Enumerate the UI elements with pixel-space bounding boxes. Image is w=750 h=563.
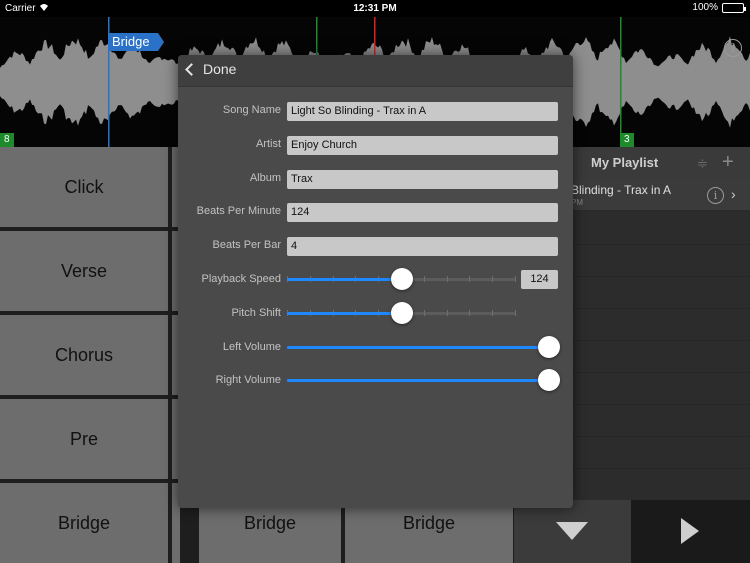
info-icon[interactable]: i bbox=[724, 39, 742, 57]
slider-tick bbox=[469, 310, 470, 316]
right-volume-label: Right Volume bbox=[215, 374, 281, 386]
beats-per-bar-field[interactable] bbox=[287, 237, 558, 256]
slider-thumb[interactable] bbox=[538, 369, 560, 391]
divider bbox=[565, 308, 750, 309]
slider-tick bbox=[424, 310, 425, 316]
song-name-label: Song Name bbox=[222, 104, 281, 116]
divider bbox=[565, 468, 750, 469]
divider bbox=[565, 340, 750, 341]
add-icon[interactable]: + bbox=[722, 151, 734, 174]
info-icon[interactable]: i bbox=[707, 187, 724, 204]
left-volume-slider[interactable] bbox=[287, 334, 560, 360]
divider bbox=[565, 372, 750, 373]
popover-header: Done bbox=[178, 55, 573, 87]
song-settings-popover: Done Song Name Artist Album Beats Per Mi… bbox=[178, 55, 573, 508]
album-label: Album bbox=[249, 172, 281, 184]
section-marker[interactable]: Bridge bbox=[108, 33, 164, 51]
pad-chorus[interactable]: Chorus bbox=[0, 315, 168, 395]
playback-speed-label: Playback Speed bbox=[201, 273, 282, 285]
playlist-item[interactable]: Blinding - Trax in A PM i › bbox=[565, 179, 750, 211]
playback-speed-readout: 124 bbox=[521, 270, 558, 289]
divider bbox=[565, 436, 750, 437]
done-label: Done bbox=[203, 61, 237, 77]
pitch-shift-slider[interactable] bbox=[287, 300, 516, 326]
playback-speed-slider[interactable] bbox=[287, 266, 516, 292]
song-name-field[interactable] bbox=[287, 102, 558, 121]
slider-tick bbox=[515, 276, 516, 282]
status-bar: Carrier 12:31 PM 100% bbox=[0, 0, 750, 17]
slider-tick bbox=[447, 276, 448, 282]
slider-tick bbox=[492, 310, 493, 316]
bpm-field[interactable] bbox=[287, 203, 558, 222]
playlist-item-title: Blinding - Trax in A bbox=[571, 183, 672, 197]
left-volume-label: Left Volume bbox=[222, 341, 281, 353]
chevron-left-icon bbox=[185, 62, 198, 76]
bar-number-badge: 8 bbox=[0, 133, 14, 147]
playlist-header: My Playlist ≑ + bbox=[565, 147, 750, 179]
divider bbox=[565, 244, 750, 245]
divider bbox=[565, 404, 750, 405]
bar-number-badge: 3 bbox=[620, 133, 634, 147]
battery-icon bbox=[722, 2, 746, 13]
slider-thumb[interactable] bbox=[391, 268, 413, 290]
slider-tick bbox=[492, 276, 493, 282]
triangle-down-icon bbox=[556, 522, 588, 540]
bpm-label: Beats Per Minute bbox=[196, 205, 281, 217]
slider-tick bbox=[469, 276, 470, 282]
artist-label: Artist bbox=[255, 138, 281, 150]
play-button[interactable] bbox=[631, 500, 750, 563]
artist-field[interactable] bbox=[287, 136, 558, 155]
slider-tick bbox=[424, 276, 425, 282]
reorder-icon[interactable]: ≑ bbox=[697, 156, 708, 172]
pad-click[interactable]: Click bbox=[0, 147, 168, 227]
play-icon bbox=[681, 518, 699, 544]
playlist-panel: My Playlist ≑ + Blinding - Trax in A PM … bbox=[565, 147, 750, 500]
slider-tick bbox=[515, 310, 516, 316]
battery-percent: 100% bbox=[692, 2, 718, 13]
playlist-title: My Playlist bbox=[591, 155, 659, 170]
section-line bbox=[620, 17, 622, 147]
pad-verse[interactable]: Verse bbox=[0, 231, 168, 311]
album-field[interactable] bbox=[287, 170, 558, 189]
done-button[interactable]: Done bbox=[185, 61, 237, 77]
slider-thumb[interactable] bbox=[538, 336, 560, 358]
slider-tick bbox=[447, 310, 448, 316]
pitch-shift-label: Pitch Shift bbox=[231, 307, 281, 319]
chevron-right-icon[interactable]: › bbox=[731, 186, 736, 202]
beats-per-bar-label: Beats Per Bar bbox=[212, 239, 281, 251]
divider bbox=[565, 276, 750, 277]
slider-thumb[interactable] bbox=[391, 302, 413, 324]
right-volume-slider[interactable] bbox=[287, 367, 560, 393]
pad-bridge[interactable]: Bridge bbox=[0, 483, 168, 563]
clock: 12:31 PM bbox=[353, 3, 397, 14]
battery-indicator: 100% bbox=[692, 2, 746, 13]
next-section-button[interactable] bbox=[514, 500, 631, 563]
pad-pre[interactable]: Pre bbox=[0, 399, 168, 479]
